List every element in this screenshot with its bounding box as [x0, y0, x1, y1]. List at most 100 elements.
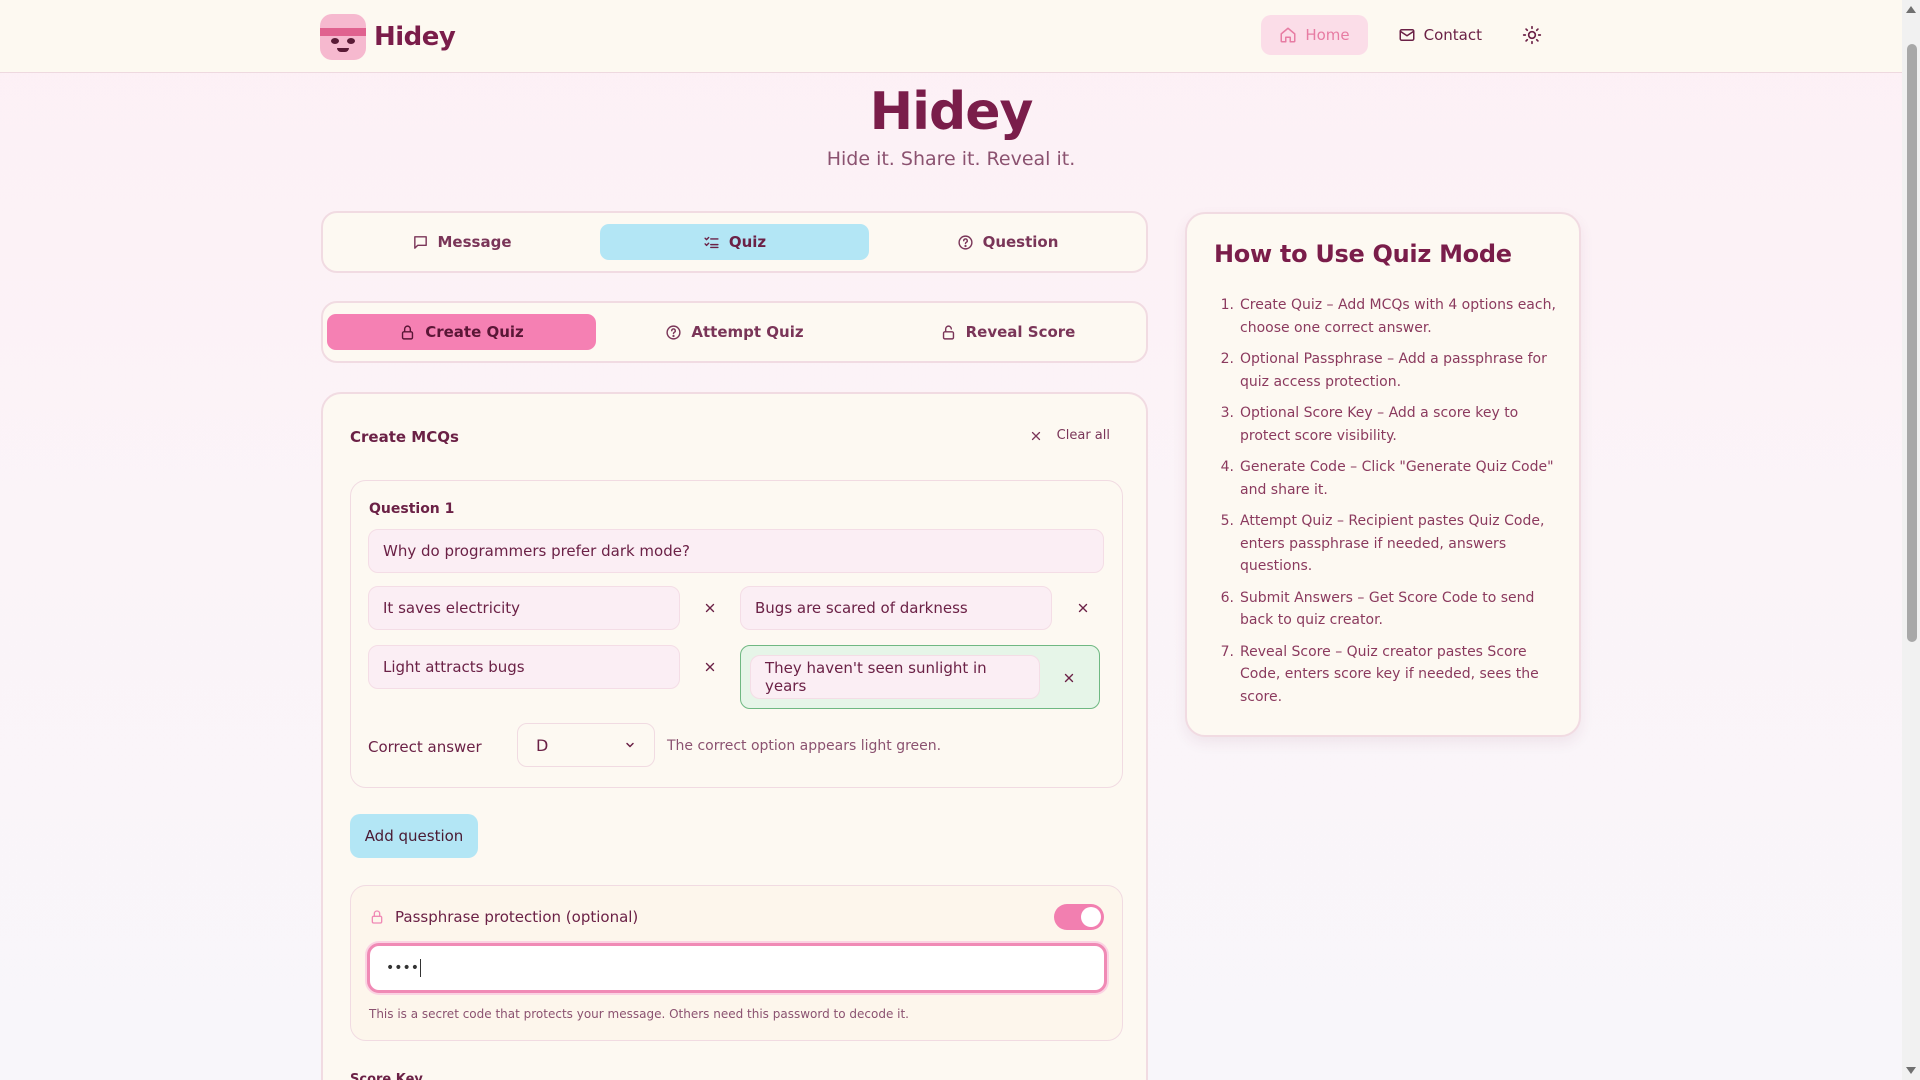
text-caret	[420, 959, 422, 977]
close-icon	[705, 662, 715, 672]
step-text: Create Quiz – Add MCQs with 4 options ea…	[1240, 297, 1556, 336]
how-to-step: 4. Generate Code – Click "Generate Quiz C…	[1214, 456, 1559, 501]
passphrase-label: Passphrase protection (optional)	[369, 908, 638, 926]
tab-message-label: Message	[437, 233, 512, 251]
scroll-thumb[interactable]	[1907, 44, 1917, 642]
add-question-button[interactable]: Add question	[350, 814, 478, 858]
how-to-panel: How to Use Quiz Mode 1. Create Quiz – Add…	[1185, 212, 1581, 737]
step-number: 5.	[1220, 513, 1234, 529]
sun-icon	[1522, 25, 1542, 45]
passphrase-section: Passphrase protection (optional) •••• Th…	[350, 885, 1123, 1041]
nav-contact[interactable]: Contact	[1380, 15, 1500, 55]
step-text: Optional Score Key – Add a score key to …	[1240, 405, 1519, 444]
scroll-down-arrow[interactable]	[1906, 1067, 1916, 1074]
card-title: Create MCQs	[350, 428, 459, 446]
step-number: 4.	[1220, 459, 1234, 475]
question-circle-icon	[666, 324, 681, 340]
question-block: Question 1 Why do programmers prefer dar…	[350, 480, 1123, 788]
step-text: Generate Code – Click "Generate Quiz Cod…	[1240, 459, 1554, 498]
brand[interactable]: Hidey	[320, 14, 456, 60]
nav-contact-label: Contact	[1423, 26, 1482, 44]
how-to-step: 1. Create Quiz – Add MCQs with 4 options …	[1214, 294, 1559, 339]
tab-create-quiz-label: Create Quiz	[425, 323, 524, 341]
close-icon	[1031, 431, 1040, 440]
home-icon	[1280, 27, 1296, 43]
remove-option-c-button[interactable]	[702, 659, 718, 675]
step-text: Optional Passphrase – Add a passphrase f…	[1240, 351, 1547, 390]
checklist-icon	[704, 236, 719, 248]
step-text: Submit Answers – Get Score Code to send …	[1240, 589, 1535, 629]
passphrase-label-text: Passphrase protection (optional)	[395, 908, 639, 926]
create-mcq-card: Create MCQs Clear all Question 1 Why do …	[321, 392, 1148, 1080]
passphrase-toggle[interactable]	[1054, 904, 1104, 930]
correct-option-highlight: They haven't seen sunlight in years	[740, 645, 1100, 709]
remove-option-b-button[interactable]	[1075, 600, 1091, 616]
passphrase-input[interactable]: ••••	[367, 943, 1107, 993]
clear-all-label: Clear all	[1056, 428, 1110, 443]
correct-answer-value: D	[536, 735, 549, 755]
tab-attempt-quiz[interactable]: Attempt Quiz	[600, 314, 869, 350]
top-navbar: Hidey Home Contact	[0, 0, 1902, 73]
passphrase-value: ••••	[386, 960, 420, 976]
score-key-label: Score Key	[350, 1072, 423, 1080]
main-nav: Home Contact	[1261, 15, 1552, 55]
quiz-tabs: Create Quiz Attempt Quiz Reveal Score	[321, 301, 1148, 363]
message-icon	[413, 235, 427, 249]
lock-icon	[371, 910, 383, 924]
how-to-step: 7. Reveal Score – Quiz creator pastes Sco…	[1214, 641, 1559, 709]
brand-logo	[320, 14, 366, 60]
how-to-step: 6. Submit Answers – Get Score Code to sen…	[1214, 587, 1559, 632]
step-text: Reveal Score – Quiz creator pastes Score…	[1240, 643, 1539, 705]
tab-reveal-score-label: Reveal Score	[965, 323, 1076, 341]
tab-question-label: Question	[982, 233, 1059, 251]
lock-icon	[402, 324, 414, 340]
theme-toggle-button[interactable]	[1512, 15, 1552, 55]
tab-message[interactable]: Message	[327, 224, 596, 260]
step-number: 1.	[1220, 297, 1234, 313]
question-text-input[interactable]: Why do programmers prefer dark mode?	[368, 529, 1104, 573]
close-icon	[1078, 603, 1088, 613]
option-b-input[interactable]: Bugs are scared of darkness	[740, 586, 1052, 630]
option-d-input[interactable]: They haven't seen sunlight in years	[750, 655, 1040, 699]
remove-option-a-button[interactable]	[702, 600, 718, 616]
correct-answer-select[interactable]: D	[517, 723, 655, 767]
nav-home[interactable]: Home	[1261, 15, 1368, 55]
tab-quiz-label: Quiz	[728, 233, 767, 251]
hero-title: Hidey	[869, 82, 1034, 142]
step-text: Attempt Quiz – Recipient pastes Quiz Cod…	[1240, 513, 1545, 574]
correct-answer-hint: The correct option appears light green.	[667, 738, 942, 754]
tab-quiz[interactable]: Quiz	[600, 224, 869, 260]
question-label: Question 1	[369, 501, 455, 517]
correct-answer-label: Correct answer	[368, 738, 482, 756]
unlock-icon	[942, 324, 954, 340]
mode-tabs: Message Quiz Question	[321, 211, 1148, 273]
close-icon	[705, 603, 715, 613]
page-scrollbar[interactable]	[1902, 0, 1920, 1080]
step-number: 6.	[1220, 589, 1234, 606]
hero-subtitle: Hide it. Share it. Reveal it.	[826, 148, 1076, 170]
tab-attempt-quiz-label: Attempt Quiz	[691, 323, 804, 341]
tab-reveal-score[interactable]: Reveal Score	[873, 314, 1142, 350]
remove-option-d-button[interactable]	[1061, 670, 1077, 686]
step-number: 7.	[1220, 643, 1234, 660]
how-to-step: 2. Optional Passphrase – Add a passphrase…	[1214, 348, 1559, 393]
passphrase-hint: This is a secret code that protects your…	[369, 1007, 909, 1021]
question-circle-icon	[957, 234, 973, 250]
clear-all-button[interactable]: Clear all	[1029, 428, 1110, 443]
scroll-up-arrow[interactable]	[1906, 6, 1916, 13]
step-number: 2.	[1220, 351, 1234, 367]
tab-create-quiz[interactable]: Create Quiz	[327, 314, 596, 350]
tab-question[interactable]: Question	[873, 224, 1142, 260]
chevron-down-icon	[626, 742, 634, 748]
how-to-steps: 1. Create Quiz – Add MCQs with 4 options …	[1214, 294, 1559, 717]
close-icon	[1064, 673, 1074, 683]
how-to-step: 5. Attempt Quiz – Recipient pastes Quiz C…	[1214, 510, 1559, 578]
option-c-input[interactable]: Light attracts bugs	[368, 645, 680, 689]
nav-home-label: Home	[1305, 26, 1350, 44]
option-a-input[interactable]: It saves electricity	[368, 586, 680, 630]
brand-name: Hidey	[374, 22, 456, 52]
mail-icon	[1399, 29, 1415, 41]
how-to-step: 3. Optional Score Key – Add a score key t…	[1214, 402, 1559, 447]
step-number: 3.	[1220, 405, 1234, 421]
how-to-title: How to Use Quiz Mode	[1214, 240, 1512, 268]
